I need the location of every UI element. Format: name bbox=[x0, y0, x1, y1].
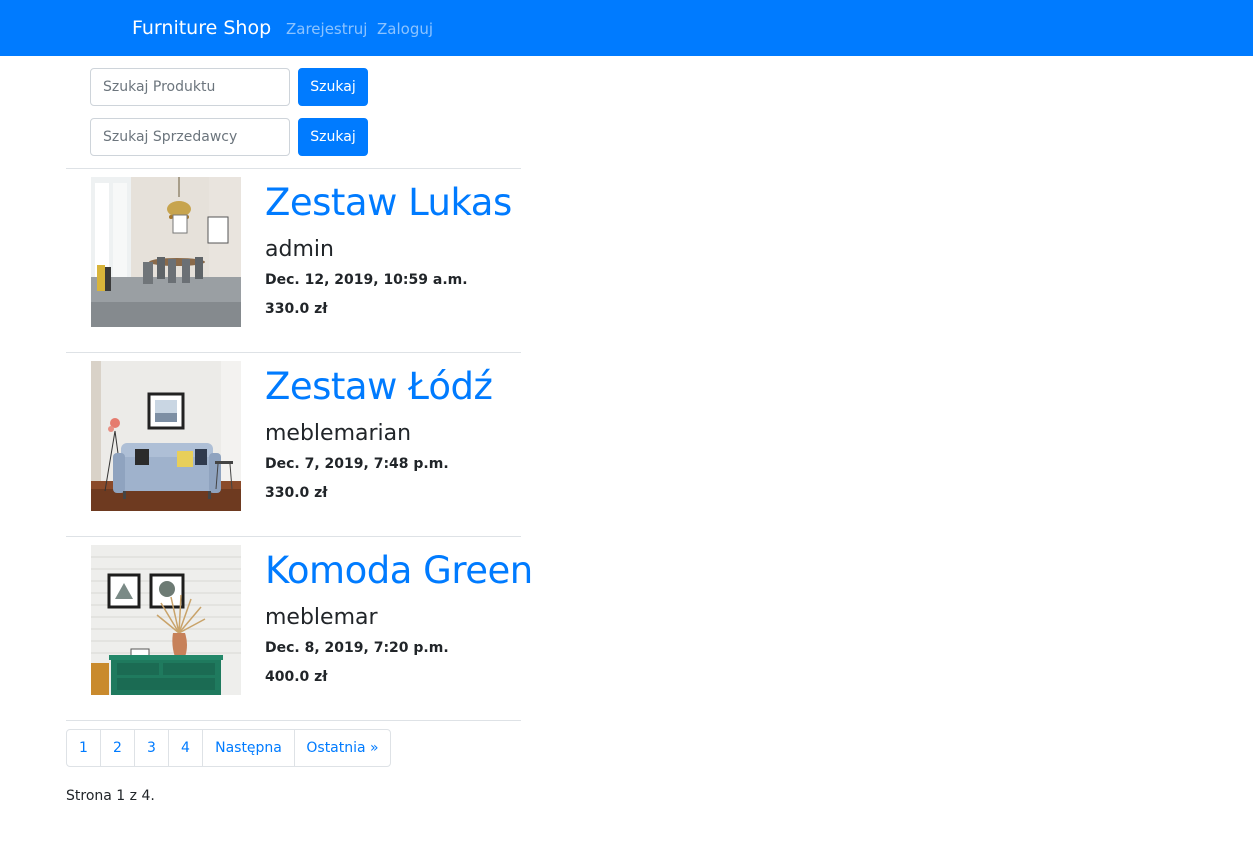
product-item: Komoda Green meblemar Dec. 8, 2019, 7:20… bbox=[66, 537, 566, 707]
product-seller: admin bbox=[265, 237, 334, 262]
product-price: 400.0 zł bbox=[265, 669, 328, 685]
product-seller: meblemar bbox=[265, 605, 378, 630]
pagination: 1 2 3 4 Następna Ostatnia » bbox=[66, 729, 391, 767]
product-title-link[interactable]: Zestaw Lukas bbox=[265, 179, 512, 227]
product-image-dining-room[interactable] bbox=[91, 177, 241, 327]
last-page-link[interactable]: Ostatnia » bbox=[294, 729, 391, 767]
seller-search-input[interactable] bbox=[90, 118, 290, 156]
product-image-sofa[interactable] bbox=[91, 361, 241, 511]
page-status: Strona 1 z 4. bbox=[66, 788, 155, 804]
next-page-link[interactable]: Następna bbox=[202, 729, 295, 767]
sofa-living-room-photo bbox=[91, 361, 241, 511]
product-search-input[interactable] bbox=[90, 68, 290, 106]
green-dresser-photo bbox=[91, 545, 241, 695]
seller-search-button[interactable]: Szukaj bbox=[298, 118, 368, 156]
product-item: Zestaw Łódź meblemarian Dec. 7, 2019, 7:… bbox=[66, 353, 566, 523]
product-search-button[interactable]: Szukaj bbox=[298, 68, 368, 106]
product-date: Dec. 12, 2019, 10:59 a.m. bbox=[265, 272, 468, 288]
brand-link[interactable]: Furniture Shop bbox=[132, 16, 271, 40]
dining-room-photo bbox=[91, 177, 241, 327]
login-link[interactable]: Zaloguj bbox=[377, 19, 433, 39]
page-link-4[interactable]: 4 bbox=[168, 729, 203, 767]
page-link-1[interactable]: 1 bbox=[66, 729, 101, 767]
page-link-2[interactable]: 2 bbox=[100, 729, 135, 767]
product-date: Dec. 7, 2019, 7:48 p.m. bbox=[265, 456, 449, 472]
product-date: Dec. 8, 2019, 7:20 p.m. bbox=[265, 640, 449, 656]
product-seller: meblemarian bbox=[265, 421, 412, 446]
divider bbox=[66, 720, 521, 721]
navbar: Furniture Shop Zarejestruj Zaloguj bbox=[0, 0, 1253, 56]
product-item: Zestaw Lukas admin Dec. 12, 2019, 10:59 … bbox=[66, 169, 566, 339]
page-link-3[interactable]: 3 bbox=[134, 729, 169, 767]
product-image-dresser[interactable] bbox=[91, 545, 241, 695]
product-title-link[interactable]: Zestaw Łódź bbox=[265, 363, 493, 411]
register-link[interactable]: Zarejestruj bbox=[286, 19, 367, 39]
product-price: 330.0 zł bbox=[265, 485, 328, 501]
product-price: 330.0 zł bbox=[265, 301, 328, 317]
product-title-link[interactable]: Komoda Green bbox=[265, 547, 533, 595]
